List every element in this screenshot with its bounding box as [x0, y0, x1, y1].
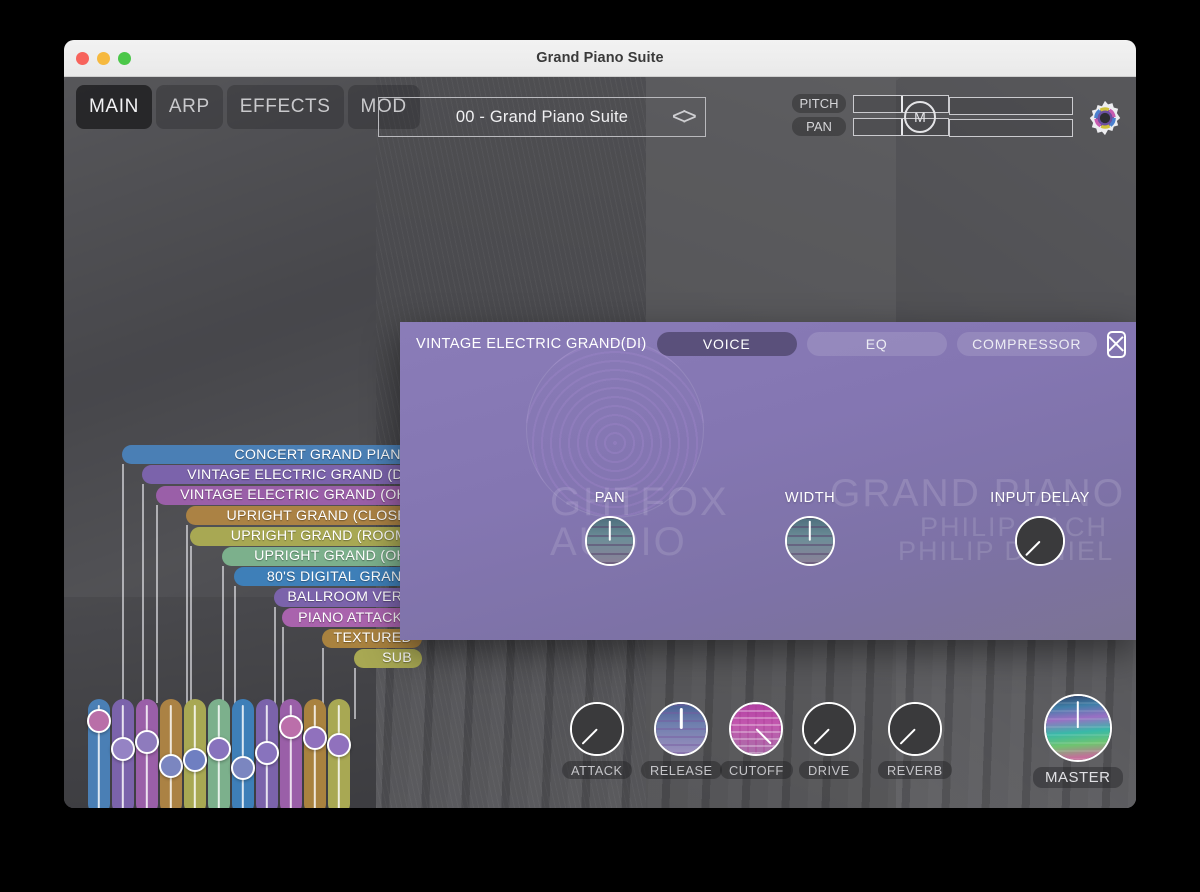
traffic-lights	[76, 40, 131, 76]
slider-sub[interactable]	[328, 699, 350, 808]
slider-vintage-electric-grand-oh[interactable]	[136, 699, 158, 808]
layer-row[interactable]: VINTAGE ELECTRIC GRAND (DI)	[142, 465, 422, 484]
layer-row[interactable]: VINTAGE ELECTRIC GRAND (OH)	[156, 486, 422, 505]
layer-stem	[354, 668, 356, 719]
knob-label: DRIVE	[799, 761, 859, 779]
midi-learn-button[interactable]: M	[904, 101, 936, 133]
knob-cutoff[interactable]	[729, 702, 783, 756]
modal-knob-row: PAN WIDTH INPUT DELAY	[400, 322, 1136, 640]
modal-knob-label: INPUT DELAY	[990, 490, 1090, 506]
preset-name: 00 - Grand Piano Suite	[456, 108, 628, 127]
layer-row[interactable]: SUB	[354, 649, 422, 668]
slider-thumb[interactable]	[255, 741, 279, 765]
slider-track	[146, 705, 148, 808]
layer-label: VINTAGE ELECTRIC GRAND (DI)	[187, 467, 412, 483]
modal-knob-label: PAN	[595, 490, 625, 506]
slider-textured[interactable]	[304, 699, 326, 808]
slider-ballroom-verb[interactable]	[256, 699, 278, 808]
slider-thumb[interactable]	[279, 715, 303, 739]
slider-thumb[interactable]	[135, 730, 159, 754]
knob-master[interactable]	[1044, 694, 1112, 762]
tab-main[interactable]: MAIN	[76, 85, 152, 129]
tab-arp[interactable]: ARP	[156, 85, 223, 129]
slider-upright-grand-room[interactable]	[184, 699, 206, 808]
window-titlebar: Grand Piano Suite	[64, 40, 1136, 77]
top-toolbar: MAINARPEFFECTSMOD 00 - Grand Piano Suite…	[64, 77, 1136, 139]
modal-knob-pan[interactable]	[585, 516, 635, 566]
slider-thumb[interactable]	[327, 733, 351, 757]
modal-knob-input-delay[interactable]	[1015, 516, 1065, 566]
knob-release[interactable]	[654, 702, 708, 756]
layer-row[interactable]: UPRIGHT GRAND (CLOSE)	[186, 506, 422, 525]
knob-attack[interactable]	[570, 702, 624, 756]
knob-cell-master: MASTER	[1033, 694, 1123, 788]
modal-knob-cell-input-delay: INPUT DELAY	[990, 490, 1090, 566]
layer-label: UPRIGHT GRAND (ROOM)	[231, 528, 412, 544]
slider-upright-grand-close[interactable]	[160, 699, 182, 808]
knob-label: REVERB	[878, 761, 952, 779]
layer-row[interactable]: 80'S DIGITAL GRAND	[234, 567, 422, 586]
modal-knob-label: WIDTH	[785, 490, 835, 506]
layer-label: SUB	[382, 650, 412, 666]
main-tab-bar: MAINARPEFFECTSMOD	[76, 85, 420, 129]
knob-cell-drive: DRIVE	[799, 702, 859, 779]
slider-track	[314, 705, 316, 808]
layer-label: PIANO ATTACKS	[298, 610, 412, 626]
knob-cell-attack: ATTACK	[562, 702, 632, 779]
layer-row[interactable]: UPRIGHT GRAND (OH)	[222, 547, 422, 566]
slider-concert-grand-piano[interactable]	[88, 699, 110, 808]
slider-upright-grand-oh[interactable]	[208, 699, 230, 808]
screen-root: Grand Piano Suite MAINARPEFFECTSMOD 00 -…	[0, 0, 1200, 892]
app-window: Grand Piano Suite MAINARPEFFECTSMOD 00 -…	[64, 40, 1136, 808]
minimize-window-button[interactable]	[97, 52, 110, 65]
modal-knob-cell-width: WIDTH	[760, 490, 860, 566]
gear-icon[interactable]	[1086, 99, 1124, 137]
tab-effects[interactable]: EFFECTS	[227, 85, 344, 129]
modal-knob-width[interactable]	[785, 516, 835, 566]
knob-label: ATTACK	[562, 761, 632, 779]
zoom-window-button[interactable]	[118, 52, 131, 65]
level-meter-top	[949, 97, 1073, 115]
plugin-body: MAINARPEFFECTSMOD 00 - Grand Piano Suite…	[64, 77, 1136, 808]
layer-row[interactable]: CONCERT GRAND PIANO	[122, 445, 422, 464]
layer-row[interactable]: UPRIGHT GRAND (ROOM)	[190, 527, 422, 546]
layer-label: UPRIGHT GRAND (OH)	[254, 548, 412, 564]
knob-cell-reverb: REVERB	[878, 702, 952, 779]
window-title: Grand Piano Suite	[64, 50, 1136, 66]
slider-thumb[interactable]	[303, 726, 327, 750]
level-meters	[949, 97, 1073, 141]
level-meter-bottom	[949, 119, 1073, 137]
knob-label: RELEASE	[641, 761, 722, 779]
layer-label: BALLROOM VERB	[287, 589, 412, 605]
layer-label: VINTAGE ELECTRIC GRAND (OH)	[180, 487, 412, 503]
slider-thumb[interactable]	[87, 709, 111, 733]
slider-piano-attacks[interactable]	[280, 699, 302, 808]
slider-thumb[interactable]	[159, 754, 183, 778]
preset-nav-arrows[interactable]: <>	[672, 105, 693, 130]
slider-thumb[interactable]	[183, 748, 207, 772]
knob-drive[interactable]	[802, 702, 856, 756]
preset-browser[interactable]: 00 - Grand Piano Suite <>	[378, 97, 706, 137]
slider-thumb[interactable]	[111, 737, 135, 761]
knob-cell-release: RELEASE	[641, 702, 722, 779]
pitch-label: PITCH	[792, 94, 846, 113]
slider-vintage-electric-grand-di[interactable]	[112, 699, 134, 808]
modal-knob-cell-pan: PAN	[560, 490, 660, 566]
layer-label: 80'S DIGITAL GRAND	[267, 569, 412, 585]
knob-cell-cutoff: CUTOFF	[720, 702, 793, 779]
knob-reverb[interactable]	[888, 702, 942, 756]
layer-label: CONCERT GRAND PIANO	[234, 447, 412, 463]
knob-label: CUTOFF	[720, 761, 793, 779]
layer-label: UPRIGHT GRAND (CLOSE)	[226, 508, 412, 524]
slider-thumb[interactable]	[207, 737, 231, 761]
knob-label: MASTER	[1033, 767, 1123, 788]
slider-thumb[interactable]	[231, 756, 255, 780]
pan-label: PAN	[792, 117, 846, 136]
slider-80s-digital-grand[interactable]	[232, 699, 254, 808]
voice-settings-modal: GHTFOX AUDIO GRAND PIANO SUITE PHILIP ZA…	[400, 322, 1136, 640]
layer-list: CONCERT GRAND PIANO VINTAGE ELECTRIC GRAN…	[88, 445, 422, 669]
layer-volume-sliders	[88, 699, 350, 808]
close-window-button[interactable]	[76, 52, 89, 65]
